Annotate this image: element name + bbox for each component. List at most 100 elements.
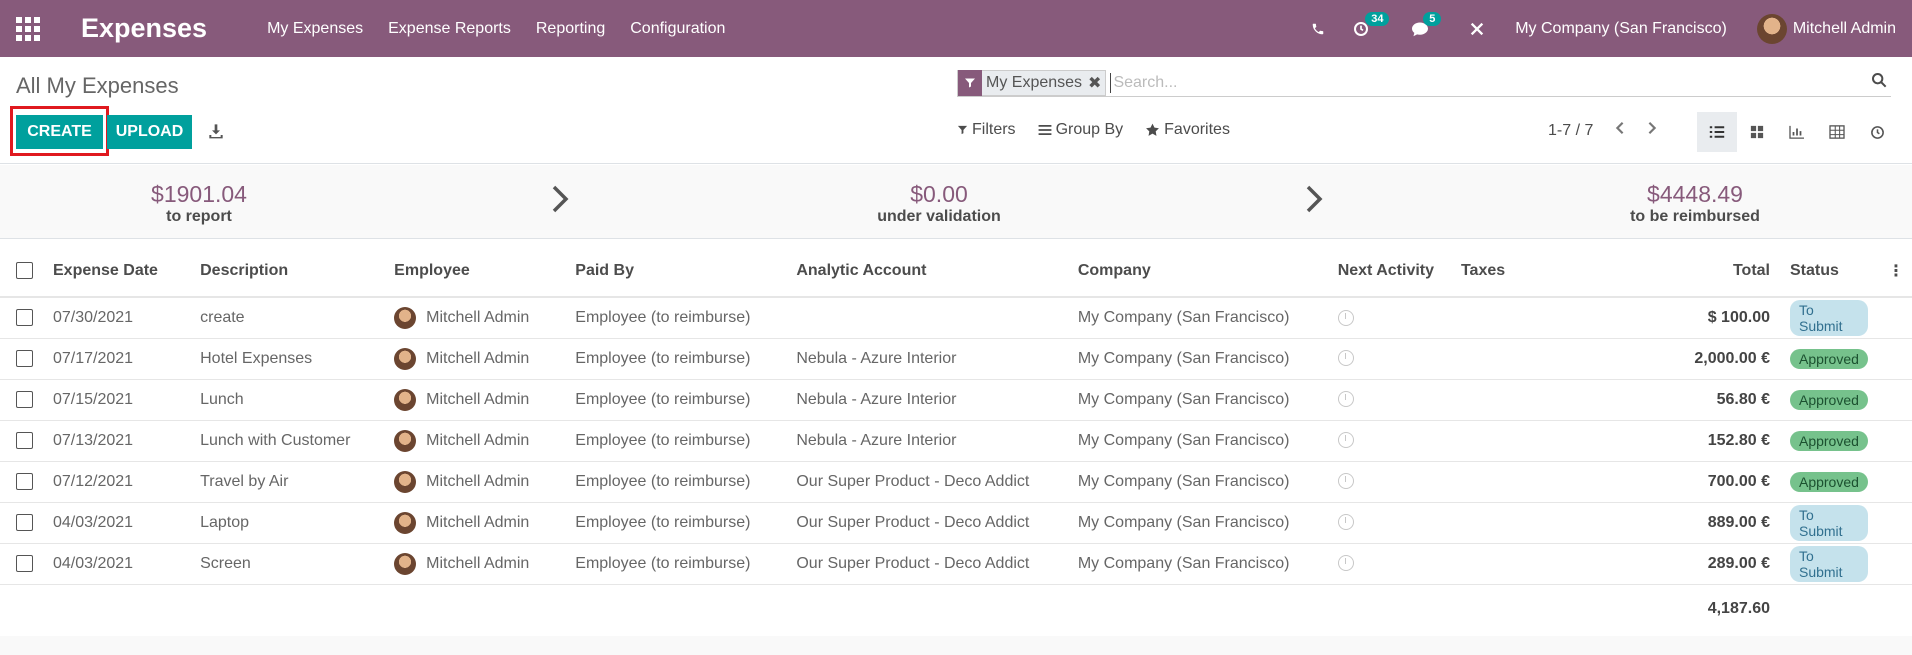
row-checkbox[interactable]: [16, 309, 33, 327]
employee-name: Mitchell Admin: [426, 349, 530, 367]
menu-configuration[interactable]: Configuration: [630, 20, 725, 38]
cell-date: 07/12/2021: [53, 472, 134, 490]
user-menu[interactable]: Mitchell Admin: [1756, 13, 1896, 44]
activity-clock-icon[interactable]: [1337, 432, 1354, 449]
debug-tools-icon[interactable]: [1469, 21, 1485, 37]
stat-to-report[interactable]: $1901.04 to report: [49, 181, 349, 226]
search-input[interactable]: [1110, 72, 1891, 93]
cell-taxes: [1451, 338, 1660, 379]
row-checkbox[interactable]: [16, 554, 33, 572]
row-checkbox[interactable]: [16, 431, 33, 449]
employee-name: Mitchell Admin: [426, 472, 530, 490]
activity-clock-icon[interactable]: [1337, 309, 1354, 326]
cell-paid-by: Employee (to reimburse): [575, 513, 751, 531]
activity-clock-icon[interactable]: [1337, 391, 1354, 408]
select-all-checkbox[interactable]: [16, 261, 33, 279]
menu-my-expenses[interactable]: My Expenses: [267, 20, 363, 38]
header-analytic-account[interactable]: Analytic Account: [786, 245, 1068, 297]
table-footer: 4,187.60: [0, 584, 1912, 634]
header-company[interactable]: Company: [1068, 245, 1328, 297]
header-employee[interactable]: Employee: [384, 245, 565, 297]
expenses-table: Expense Date Description Employee Paid B…: [0, 245, 1912, 634]
row-checkbox[interactable]: [16, 390, 33, 408]
expense-dashboard: $1901.04 to report $0.00 under validatio…: [0, 165, 1912, 239]
cell-company: My Company (San Francisco): [1077, 308, 1290, 326]
activity-view-icon[interactable]: [1857, 112, 1897, 152]
table-row[interactable]: 04/03/2021 Laptop Mitchell Admin Employe…: [0, 502, 1912, 543]
table-row[interactable]: 07/15/2021 Lunch Mitchell Admin Employee…: [0, 379, 1912, 420]
employee-avatar: [394, 511, 417, 534]
pivot-view-icon[interactable]: [1817, 112, 1857, 152]
cell-taxes: [1451, 420, 1660, 461]
star-icon: [1146, 123, 1160, 136]
cell-employee: Mitchell Admin: [384, 297, 565, 338]
messages-icon[interactable]: 5: [1411, 11, 1442, 37]
menu-expense-reports[interactable]: Expense Reports: [388, 20, 511, 38]
cell-description: Hotel Expenses: [200, 349, 313, 367]
cell-analytic: Our Super Product - Deco Addict: [796, 513, 1030, 531]
search-icon[interactable]: [1871, 72, 1887, 93]
table-row[interactable]: 04/03/2021 Screen Mitchell Admin Employe…: [0, 543, 1912, 584]
cell-status: To Submit: [1780, 297, 1878, 338]
cell-next-activity: [1328, 543, 1451, 584]
cell-next-activity: [1328, 461, 1451, 502]
header-paid-by[interactable]: Paid By: [565, 245, 786, 297]
employee-avatar: [394, 470, 417, 493]
status-badge: Approved: [1789, 348, 1868, 369]
header-expense-date[interactable]: Expense Date: [43, 245, 190, 297]
phone-icon[interactable]: [1311, 22, 1325, 36]
cell-paid-by: Employee (to reimburse): [575, 308, 751, 326]
menu-reporting[interactable]: Reporting: [536, 20, 605, 38]
cell-date: 07/13/2021: [53, 431, 134, 449]
header-taxes[interactable]: Taxes: [1451, 245, 1660, 297]
activity-clock-icon[interactable]: [1337, 555, 1354, 572]
employee-name: Mitchell Admin: [426, 554, 530, 572]
download-icon[interactable]: [208, 123, 224, 144]
groupby-toggle[interactable]: Group By: [1038, 121, 1123, 139]
row-checkbox[interactable]: [16, 472, 33, 490]
graph-view-icon[interactable]: [1777, 112, 1817, 152]
header-total[interactable]: Total: [1660, 245, 1780, 297]
activities-icon[interactable]: 34: [1353, 11, 1390, 37]
activity-clock-icon[interactable]: [1337, 514, 1354, 531]
filters-toggle[interactable]: Filters: [957, 121, 1016, 139]
cell-date: 04/03/2021: [53, 554, 134, 572]
row-checkbox[interactable]: [16, 349, 33, 367]
cell-next-activity: [1328, 502, 1451, 543]
create-button[interactable]: CREATE: [16, 115, 103, 149]
optional-columns-icon[interactable]: ⋮: [1878, 245, 1912, 297]
apps-menu-icon[interactable]: [16, 16, 40, 41]
validation-label: under validation: [877, 208, 1001, 225]
pager-next-icon[interactable]: [1647, 121, 1657, 140]
list-view-icon[interactable]: [1697, 112, 1737, 152]
cell-date: 07/17/2021: [53, 349, 134, 367]
table-row[interactable]: 07/17/2021 Hotel Expenses Mitchell Admin…: [0, 338, 1912, 379]
upload-button[interactable]: UPLOAD: [107, 115, 192, 149]
app-brand[interactable]: Expenses: [81, 13, 207, 44]
header-status[interactable]: Status: [1780, 245, 1878, 297]
facet-remove-icon[interactable]: ✖: [1088, 73, 1101, 93]
pager-value[interactable]: 1-7 / 7: [1548, 122, 1593, 140]
table-row[interactable]: 07/13/2021 Lunch with Customer Mitchell …: [0, 420, 1912, 461]
chevron-right-icon: [551, 184, 569, 219]
row-checkbox[interactable]: [16, 513, 33, 531]
cell-description: Travel by Air: [200, 472, 289, 490]
cell-description: Lunch: [200, 390, 244, 408]
table-row[interactable]: 07/12/2021 Travel by Air Mitchell Admin …: [0, 461, 1912, 502]
stat-under-validation[interactable]: $0.00 under validation: [789, 181, 1089, 226]
stat-to-be-reimbursed[interactable]: $4448.49 to be reimbursed: [1545, 181, 1845, 226]
table-row[interactable]: 07/30/2021 create Mitchell Admin Employe…: [0, 297, 1912, 338]
kanban-view-icon[interactable]: [1737, 112, 1777, 152]
breadcrumb: All My Expenses: [16, 73, 179, 98]
cell-taxes: [1451, 379, 1660, 420]
pager-previous-icon[interactable]: [1615, 121, 1625, 140]
filters-label: Filters: [972, 121, 1016, 138]
activity-clock-icon[interactable]: [1337, 350, 1354, 367]
user-avatar: [1756, 13, 1787, 44]
activity-clock-icon[interactable]: [1337, 473, 1354, 490]
search-facet: My Expenses ✖: [957, 69, 1107, 96]
favorites-toggle[interactable]: Favorites: [1145, 121, 1230, 139]
header-description[interactable]: Description: [190, 245, 384, 297]
header-next-activity[interactable]: Next Activity: [1328, 245, 1451, 297]
company-switcher[interactable]: My Company (San Francisco): [1515, 20, 1727, 38]
